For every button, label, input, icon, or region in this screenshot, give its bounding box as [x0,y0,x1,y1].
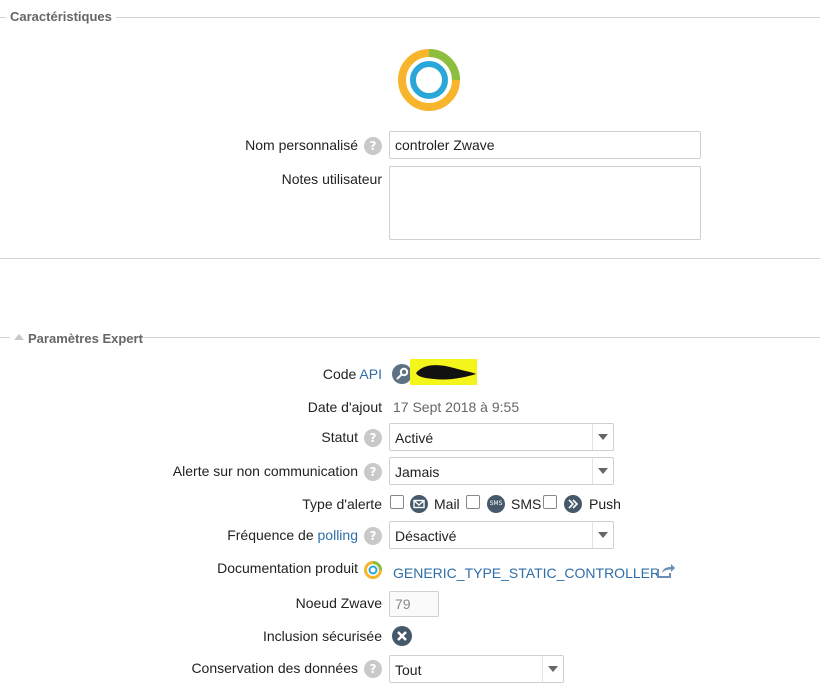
user-notes-label: Notes utilisateur [281,171,382,187]
redacted-api-key [410,359,477,385]
collapse-triangle-icon[interactable] [14,334,24,340]
polling-label-text: Fréquence de [227,527,314,543]
alert-select-value: Jamais [395,464,440,480]
chevron-down-icon[interactable] [592,522,613,548]
sms-checkbox[interactable] [466,495,480,509]
mail-checkbox[interactable] [390,495,404,509]
external-link-icon[interactable] [656,563,676,579]
push-label: Push [589,496,621,512]
doc-label: Documentation produit [217,560,358,576]
custom-name-label: Nom personnalisé [245,137,358,153]
mail-icon [410,495,428,513]
status-select[interactable]: Activé [389,423,614,451]
retention-select[interactable]: Tout [389,655,564,683]
help-icon[interactable]: ? [364,660,382,678]
chevron-down-icon[interactable] [542,656,563,682]
polling-select[interactable]: Désactivé [389,521,614,549]
alert-select[interactable]: Jamais [389,457,614,485]
help-icon[interactable]: ? [364,463,382,481]
date-added-label: Date d'ajout [307,399,382,415]
retention-label: Conservation des données [191,660,358,676]
section-divider [0,258,820,259]
status-label: Statut [321,429,358,445]
push-icon [564,495,582,513]
chevron-down-icon[interactable] [592,424,613,450]
section-title-characteristics: Caractéristiques [6,9,116,24]
date-added-value: 17 Sept 2018 à 9:55 [393,399,520,415]
help-icon[interactable]: ? [364,527,382,545]
help-icon[interactable]: ? [364,137,382,155]
section-header-expert[interactable]: Paramètres Expert [10,330,143,346]
polling-label: Fréquence de polling [227,527,358,543]
custom-name-input[interactable] [389,131,701,159]
chevron-down-icon[interactable] [592,458,613,484]
section-title-expert: Paramètres Expert [28,331,143,346]
retention-select-value: Tout [395,662,422,678]
mail-label: Mail [434,496,460,512]
node-input [389,591,439,617]
key-icon[interactable] [392,364,412,384]
alert-label: Alerte sur non communication [172,463,358,479]
doc-link[interactable]: GENERIC_TYPE_STATIC_CONTROLLER [393,565,660,581]
sms-icon: SMS [487,495,505,513]
help-icon[interactable]: ? [364,429,382,447]
alert-type-label: Type d'alerte [302,496,382,512]
device-logo [398,49,460,111]
user-notes-textarea[interactable] [389,166,701,240]
polling-select-value: Désactivé [395,528,457,544]
node-label: Noeud Zwave [295,595,382,611]
api-link[interactable]: API [359,366,382,382]
cross-icon [392,626,412,646]
sms-label: SMS [511,496,542,512]
api-code-label-text: Code [322,366,357,382]
status-select-value: Activé [395,430,434,446]
secure-inclusion-label: Inclusion sécurisée [262,628,382,644]
doc-icon [364,561,382,579]
section-divider [0,17,820,18]
polling-link[interactable]: polling [318,527,358,543]
push-checkbox[interactable] [543,495,557,509]
api-code-label: Code API [323,366,382,382]
